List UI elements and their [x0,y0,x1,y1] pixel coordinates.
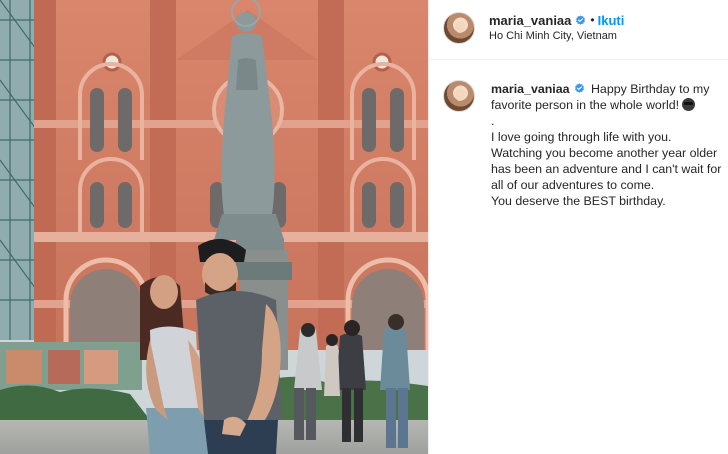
follow-button[interactable]: Ikuti [598,13,625,28]
caption-text: maria_vaniaa Happy Birthday to my favori… [491,81,723,209]
profile-avatar[interactable] [443,12,475,44]
location-link[interactable]: Ho Chi Minh City, Vietnam [489,30,617,42]
post-photo[interactable] [0,0,428,454]
caption-avatar[interactable] [443,80,475,112]
caption-line-dot: . [491,114,495,128]
avatar-face-icon [455,21,465,33]
caption-username-link[interactable]: maria_vaniaa [491,82,570,96]
post-header: maria_vaniaa • Ikuti Ho Chi Minh City, V… [429,0,728,60]
separator-dot: • [590,13,595,27]
ninja-emoji-icon [682,98,696,111]
verified-badge-icon [576,14,586,25]
caption-paragraph: I love going through life with you. Watc… [491,130,722,192]
header-title-row: maria_vaniaa • Ikuti [489,12,624,28]
avatar-face-icon [455,89,465,101]
verified-badge-icon [574,83,584,93]
caption-closing-line: You deserve the BEST birthday. [491,194,666,208]
post-details-panel: maria_vaniaa • Ikuti Ho Chi Minh City, V… [428,0,728,454]
profile-username-link[interactable]: maria_vaniaa [489,13,571,28]
